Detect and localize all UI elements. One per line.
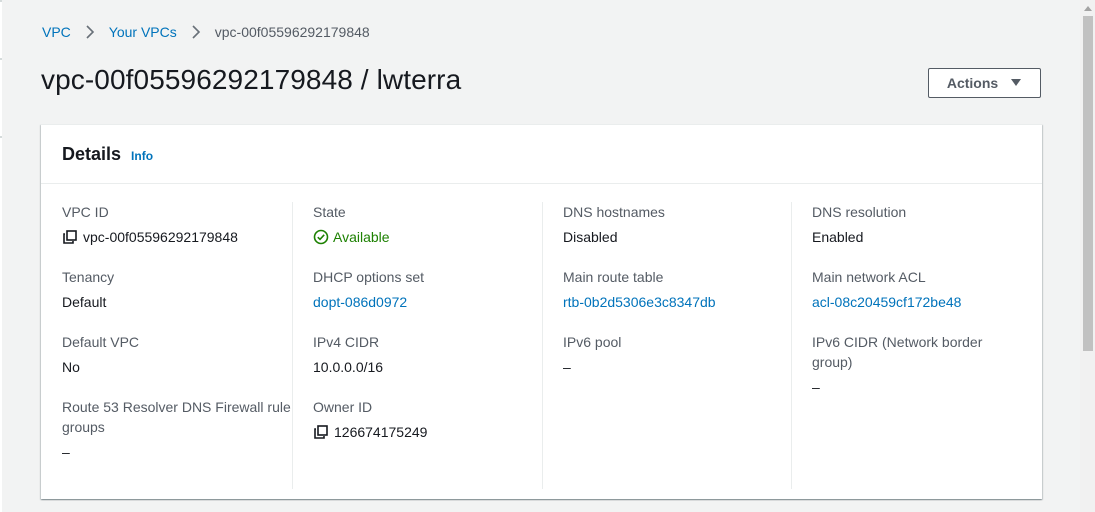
field-ipv6-pool: IPv6 pool – [563,332,792,397]
field-dhcp-options: DHCP options set dopt-086d0972 [313,267,542,332]
breadcrumb-link-your-vpcs[interactable]: Your VPCs [109,24,177,40]
field-label: IPv6 CIDR (Network border group) [812,334,983,370]
field-value: – [62,444,70,460]
page-title: vpc-00f05596292179848 / lwterra [41,64,462,95]
field-label: Default VPC [62,334,140,350]
status-badge: Available [313,227,542,247]
field-label: DNS hostnames [563,204,665,220]
field-value-row: 126674175249 [313,422,542,442]
field-main-route-table: Main route table rtb-0b2d5306e3c8347db [563,267,792,332]
breadcrumb-current: vpc-00f05596292179848 [214,24,370,40]
field-value: No [62,359,80,375]
details-panel: Details Info VPC ID vpc-00f0559629217984… [41,124,1042,499]
field-label: DHCP options set [313,269,425,285]
field-value: Enabled [812,229,864,245]
field-value: – [563,359,571,375]
field-label: Main route table [563,269,664,285]
field-label: IPv4 CIDR [313,334,380,350]
main-route-table-link[interactable]: rtb-0b2d5306e3c8347db [563,292,792,312]
field-label: Route 53 Resolver DNS Firewall rule grou… [62,399,291,435]
field-vpc-id: VPC ID vpc-00f05596292179848 [62,202,292,267]
chevron-right-icon [77,25,103,39]
field-label: State [313,204,346,220]
caret-down-icon [1010,78,1022,88]
details-column-2: State Available DHCP options set dopt-08… [292,202,542,489]
scrollbar-thumb[interactable] [1083,16,1093,351]
field-label: IPv6 pool [563,334,622,350]
field-label: VPC ID [62,204,109,220]
field-value: vpc-00f05596292179848 [83,229,238,245]
field-value-row: vpc-00f05596292179848 [62,227,292,247]
field-value: Default [62,294,107,310]
field-value: 126674175249 [334,424,428,440]
field-main-network-acl: Main network ACL acl-08c20459cf172be48 [812,267,1021,332]
actions-button[interactable]: Actions [928,68,1041,98]
field-label: Tenancy [62,269,115,285]
details-columns: VPC ID vpc-00f05596292179848 Tenancy Def… [41,185,1042,500]
chevron-right-icon [183,25,209,39]
check-circle-icon [313,229,329,245]
field-value: Available [333,229,390,245]
field-label: Main network ACL [812,269,926,285]
field-label: Owner ID [313,399,373,415]
scroll-up-arrow-icon[interactable] [1080,0,1095,15]
actions-button-label: Actions [946,75,999,91]
field-ipv6-cidr: IPv6 CIDR (Network border group) – [812,332,1021,417]
breadcrumb: VPC Your VPCs vpc-00f05596292179848 [42,24,370,40]
field-value: – [812,379,820,395]
details-column-3: DNS hostnames Disabled Main route table … [542,202,792,489]
field-dns-resolution: DNS resolution Enabled [812,202,1021,267]
main-network-acl-link[interactable]: acl-08c20459cf172be48 [812,292,1021,312]
field-value: Disabled [563,229,618,245]
left-rail [0,0,2,512]
field-label: DNS resolution [812,204,907,220]
breadcrumb-link-vpc[interactable]: VPC [42,24,71,40]
field-dns-hostnames: DNS hostnames Disabled [563,202,792,267]
details-column-4: DNS resolution Enabled Main network ACL … [791,202,1021,489]
info-link[interactable]: Info [131,149,153,163]
field-route53-firewall: Route 53 Resolver DNS Firewall rule grou… [62,397,292,482]
field-value: 10.0.0.0/16 [313,359,384,375]
details-title: Details [62,143,122,164]
copy-icon[interactable] [313,424,329,440]
details-column-1: VPC ID vpc-00f05596292179848 Tenancy Def… [62,202,292,489]
field-tenancy: Tenancy Default [62,267,292,332]
details-panel-header: Details Info [41,125,1042,184]
dhcp-options-link[interactable]: dopt-086d0972 [313,292,542,312]
field-ipv4-cidr: IPv4 CIDR 10.0.0.0/16 [313,332,542,397]
field-state: State Available [313,202,542,267]
copy-icon[interactable] [62,229,78,245]
field-default-vpc: Default VPC No [62,332,292,397]
field-owner-id: Owner ID 126674175249 [313,397,542,462]
